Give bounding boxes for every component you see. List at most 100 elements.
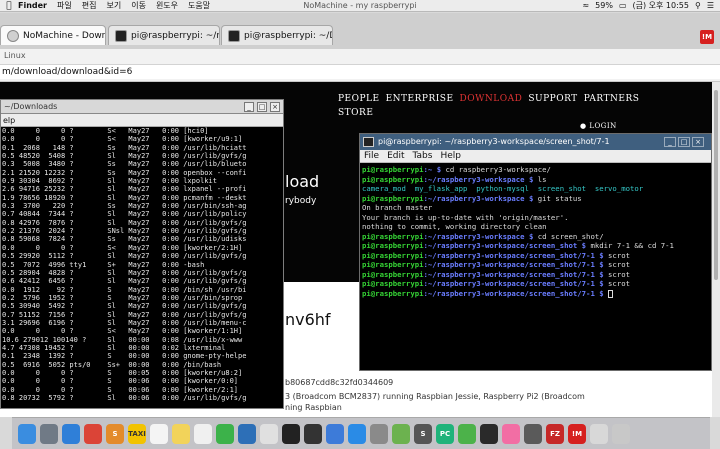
platform-desc-2: ning Raspbian: [285, 403, 342, 412]
process-window-menu[interactable]: elp: [1, 114, 283, 127]
menu-bar:  Finder 파일 편집 보기 이동 윈도우 도움말 NoMachine -…: [0, 0, 720, 12]
apple-icon[interactable]: : [0, 1, 18, 11]
maximize-button[interactable]: □: [257, 102, 267, 112]
menu-edit[interactable]: 편집: [82, 0, 97, 11]
menu-view[interactable]: 보기: [106, 0, 121, 11]
process-row: 0.5 28904 4828 ? Sl May27 0:00 /usr/lib/…: [2, 268, 247, 277]
trash-icon[interactable]: [612, 423, 630, 444]
menu-app-name[interactable]: Finder: [18, 1, 47, 10]
url-bar[interactable]: m/download/download&id=6: [0, 64, 720, 79]
launchpad-icon[interactable]: [40, 423, 58, 444]
terminal-menu-tabs[interactable]: Tabs: [413, 150, 433, 162]
process-row: 0.0 1912 92 ? S May27 0:00 /bin/sh /usr/…: [2, 285, 247, 294]
preferences-icon[interactable]: [370, 423, 388, 444]
android-studio-icon[interactable]: [392, 423, 410, 444]
process-row: 0.1 2068 148 ? Ss May27 0:00 /usr/lib/hc…: [2, 143, 247, 152]
terminal-tab-icon: [115, 29, 127, 42]
search-icon[interactable]: ⚲: [695, 1, 701, 10]
numbers-icon[interactable]: [216, 423, 234, 444]
terminal-maximize-button[interactable]: □: [678, 137, 690, 147]
terminal-menu-help[interactable]: Help: [440, 150, 461, 162]
minimize-button[interactable]: _: [244, 102, 254, 112]
prompt-user: pi@raspberrypi: [362, 279, 424, 288]
notification-icon[interactable]: ☰: [707, 1, 714, 10]
unknown2-icon[interactable]: [458, 423, 476, 444]
calendar-icon[interactable]: [150, 423, 168, 444]
nomachine-badge-icon[interactable]: !M: [700, 30, 714, 44]
prompt-path: :~/raspberry3-workspace/screen_shot/7-1 …: [423, 288, 604, 298]
clock[interactable]: (금) 오후 10:55: [633, 0, 689, 11]
prompt-path: :~ $: [423, 165, 442, 174]
bookmark-crumb[interactable]: Linux: [4, 51, 26, 60]
process-window-title: ~/Downloads: [4, 102, 58, 111]
tab-terminal-2[interactable]: pi@raspberrypi: ~/Do: [221, 25, 333, 45]
nomachine-icon[interactable]: !M: [568, 423, 586, 444]
photos-icon[interactable]: [194, 423, 212, 444]
chrome-icon[interactable]: [84, 423, 102, 444]
nav-enterprise[interactable]: ENTERPRISE: [386, 94, 454, 104]
sublime2-icon[interactable]: S: [414, 423, 432, 444]
taxi-icon[interactable]: TAXI: [128, 423, 146, 444]
prompt-path: :~/raspberry3-workspace/screen_shot/7-1 …: [423, 269, 604, 279]
terminal-minimize-button[interactable]: _: [664, 137, 676, 147]
nav-support[interactable]: SUPPORT: [528, 94, 577, 104]
itunes-icon[interactable]: [502, 423, 520, 444]
sublime-icon[interactable]: S: [106, 423, 124, 444]
process-row: 0.1 2348 1392 ? S 00:00 0:00 gnome-pty-h…: [2, 352, 247, 361]
terminal-menu-file[interactable]: File: [364, 150, 379, 162]
terminal-line: pi@raspberrypi:~/raspberry3-workspace $ …: [362, 232, 709, 242]
terminal-menu-edit[interactable]: Edit: [387, 150, 404, 162]
login-link[interactable]: ● LOGIN: [580, 122, 617, 130]
prompt-path: :~/raspberry3-workspace $: [423, 174, 534, 184]
prompt-command: mkdir 7-1 && cd 7-1: [586, 241, 674, 250]
pycharm-icon[interactable]: PC: [436, 423, 454, 444]
tab-nomachine[interactable]: NoMachine - Downl: [0, 25, 106, 45]
notes-icon[interactable]: [172, 423, 190, 444]
prompt-command: scrot: [603, 260, 630, 269]
menu-window[interactable]: 윈도우: [156, 0, 178, 11]
unknown-icon[interactable]: [260, 423, 278, 444]
terminal-close-button[interactable]: ×: [692, 137, 704, 147]
menu-help[interactable]: 도움말: [188, 0, 210, 11]
wifi-icon[interactable]: ≈: [582, 1, 589, 10]
prompt-user: pi@raspberrypi: [362, 241, 424, 250]
nav-download[interactable]: DOWNLOAD: [460, 94, 523, 104]
process-row: 0.0 0 0 ? S< May27 0:00 [kworker/1:1H]: [2, 327, 243, 336]
activity-monitor-icon[interactable]: [304, 423, 322, 444]
terminal-icon[interactable]: [282, 423, 300, 444]
close-button[interactable]: ×: [270, 102, 280, 112]
terminal-titlebar[interactable]: pi@raspberrypi: ~/raspberry3-workspace/s…: [360, 134, 711, 150]
prompt-user: pi@raspberrypi: [362, 231, 424, 241]
process-window: ~/Downloads _ □ × elp 0.0 0 0 ? S< May27…: [0, 99, 284, 409]
tab-terminal-1[interactable]: pi@raspberrypi: ~/ras: [108, 25, 220, 45]
folder-icon[interactable]: [590, 423, 608, 444]
sourcetree-icon[interactable]: [238, 423, 256, 444]
appstore-icon[interactable]: [348, 423, 366, 444]
keynote-icon[interactable]: [326, 423, 344, 444]
music-icon[interactable]: [524, 423, 542, 444]
process-window-titlebar[interactable]: ~/Downloads _ □ ×: [1, 100, 283, 114]
scroll-thumb[interactable]: [714, 90, 718, 280]
menu-file[interactable]: 파일: [57, 0, 72, 11]
menu-go[interactable]: 이동: [131, 0, 146, 11]
process-row: 0.5 48520 5408 ? Sl May27 0:00 /usr/lib/…: [2, 152, 247, 161]
finder-icon[interactable]: [18, 423, 36, 444]
slack-icon[interactable]: [480, 423, 498, 444]
process-row: 0.6 42412 6456 ? Sl May27 0:00 /usr/lib/…: [2, 277, 247, 286]
nav-partners[interactable]: PARTNERS: [584, 94, 640, 104]
process-row: 1.9 78656 18920 ? Sl May27 0:00 pcmanfm …: [2, 193, 247, 202]
filezilla-icon[interactable]: FZ: [546, 423, 564, 444]
hero-title: load: [285, 172, 320, 191]
nav-people[interactable]: PEOPLE: [338, 94, 380, 104]
terminal-output[interactable]: pi@raspberrypi:~ $ cd raspberry3-workspa…: [360, 163, 711, 300]
prompt-user: pi@raspberrypi: [362, 193, 424, 203]
process-row: 0.2 21376 2024 ? SNsl May27 0:00 /usr/li…: [2, 227, 247, 236]
battery-icon[interactable]: ▭: [619, 1, 627, 10]
safari-icon[interactable]: [62, 423, 80, 444]
user-icon: ●: [580, 122, 587, 130]
process-row: 0.0 0 0 ? S< May27 0:00 [hci0]: [2, 127, 209, 135]
prompt-command: ls: [533, 174, 547, 184]
nav-store[interactable]: STORE: [338, 108, 373, 118]
page-scrollbar[interactable]: [712, 82, 720, 417]
terminal-line: pi@raspberrypi:~/raspberry3-workspace/sc…: [362, 251, 709, 261]
